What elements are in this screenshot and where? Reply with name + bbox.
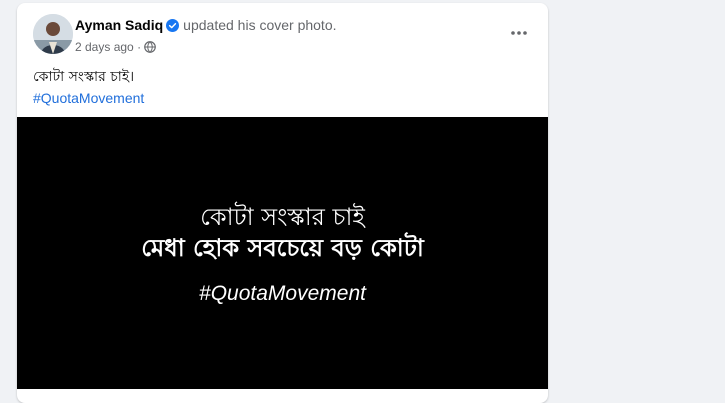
author-avatar[interactable] — [33, 14, 73, 54]
hashtag-link[interactable]: #QuotaMovement — [33, 88, 144, 108]
more-options-button[interactable] — [505, 23, 533, 43]
post-meta: 2 days ago · — [75, 39, 156, 57]
verified-badge-icon — [166, 18, 180, 36]
cover-text-line2: মেধা হোক সবচেয়ে বড় কোটা — [141, 234, 424, 262]
post-header-line: Ayman Sadiq updated his cover photo. — [75, 16, 337, 36]
post-caption: কোটা সংস্কার চাই। — [33, 69, 135, 85]
cover-text-line1: কোটা সংস্কার চাই — [200, 203, 365, 231]
avatar-photo — [33, 14, 73, 54]
post-timestamp[interactable]: 2 days ago — [75, 40, 134, 54]
cover-photo[interactable]: কোটা সংস্কার চাই মেধা হোক সবচেয়ে বড় কো… — [17, 117, 548, 389]
post-action-text: updated his cover photo. — [183, 17, 337, 33]
cover-hashtag: #QuotaMovement — [199, 282, 366, 305]
globe-icon[interactable] — [144, 41, 156, 57]
post-card: Ayman Sadiq updated his cover photo. 2 da… — [17, 3, 548, 403]
author-name[interactable]: Ayman Sadiq — [75, 17, 163, 33]
meta-separator: · — [137, 40, 142, 54]
more-horizontal-icon — [511, 31, 527, 35]
